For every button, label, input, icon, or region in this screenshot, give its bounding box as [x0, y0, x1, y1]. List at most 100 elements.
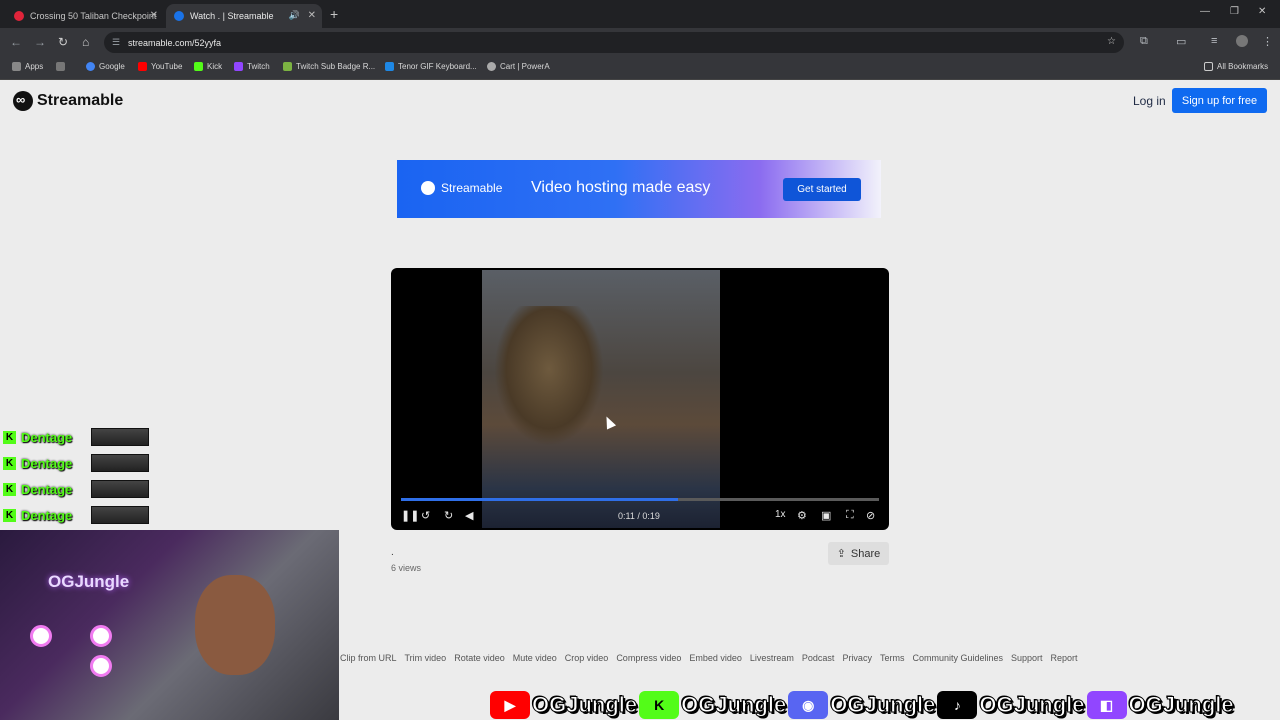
- footer-link[interactable]: Trim video: [405, 653, 447, 663]
- chat-message: K Dentage: [3, 506, 150, 526]
- bookmark-label: Google: [99, 62, 125, 71]
- restore-icon[interactable]: ❐: [1230, 6, 1239, 17]
- new-tab-button[interactable]: +: [330, 6, 338, 22]
- footer-link[interactable]: Community Guidelines: [912, 653, 1003, 663]
- streamable-watermark-icon[interactable]: ⊘: [866, 509, 875, 522]
- video-frame[interactable]: [482, 270, 720, 528]
- footer-link[interactable]: Embed video: [689, 653, 742, 663]
- twitch-icon: ◧: [1086, 691, 1127, 719]
- footer-link[interactable]: Crop video: [565, 653, 609, 663]
- fullscreen-icon[interactable]: ⛶: [846, 509, 854, 522]
- forward-icon[interactable]: →: [34, 35, 46, 49]
- bookmark-grid[interactable]: [56, 62, 69, 71]
- tab-streamable[interactable]: Watch . | Streamable 🔊 ✕: [166, 4, 322, 28]
- footer-link[interactable]: Compress video: [616, 653, 681, 663]
- chat-emote-image: [91, 428, 149, 446]
- profile-avatar[interactable]: [1236, 35, 1248, 47]
- bookmark-kick[interactable]: Kick: [194, 62, 222, 71]
- site-info-icon[interactable]: ☰: [112, 37, 120, 48]
- home-icon[interactable]: ⌂: [82, 35, 89, 49]
- share-label: Share: [850, 547, 881, 560]
- bookmark-powera[interactable]: Cart | PowerA: [487, 62, 550, 71]
- time-display: 0:11 / 0:19: [618, 511, 660, 521]
- footer-link[interactable]: Report: [1051, 653, 1078, 663]
- webcam-overlay: OGJungle: [0, 530, 339, 720]
- footer-link[interactable]: Livestream: [750, 653, 794, 663]
- chat-username: Dentage: [21, 456, 73, 471]
- footer-link[interactable]: Rotate video: [454, 653, 505, 663]
- fan-light: [30, 625, 52, 647]
- login-link[interactable]: Log in: [1133, 94, 1166, 108]
- all-bookmarks[interactable]: All Bookmarks: [1204, 62, 1268, 71]
- discord-icon: ◉: [788, 691, 829, 719]
- footer-link[interactable]: Mute video: [513, 653, 557, 663]
- back-icon[interactable]: ←: [10, 35, 22, 49]
- rewind-icon[interactable]: ↺: [421, 509, 430, 522]
- reload-icon[interactable]: ↻: [58, 35, 68, 49]
- bookmark-youtube[interactable]: YouTube: [138, 62, 182, 71]
- browser-toolbar: ← → ↻ ⌂ ☰ streamable.com/52yyfa ☆ ⧉ ▭ ≡ …: [0, 28, 1280, 56]
- footer-link[interactable]: Clip from URL: [340, 653, 397, 663]
- streamable-logo[interactable]: Streamable: [13, 91, 123, 111]
- bookmark-twitch[interactable]: Twitch: [234, 62, 270, 71]
- social-handle-name: OGJungle: [830, 692, 936, 718]
- progress-fill: [401, 498, 679, 501]
- frog-icon: [283, 62, 292, 71]
- social-bar: ▶ OGJungle K OGJungle ◉ OGJungle ♪ OGJungle ◧ OGJ…: [490, 690, 1280, 720]
- kick-badge-icon: K: [3, 483, 16, 496]
- close-icon[interactable]: ✕: [308, 10, 316, 21]
- video-player[interactable]: ❚❚ ↺ ↻ ◀ 0:11 / 0:19 1x ⚙ ▣ ⛶ ⊘: [391, 268, 889, 530]
- footer-link[interactable]: Podcast: [802, 653, 835, 663]
- get-started-button[interactable]: Get started: [783, 178, 861, 201]
- video-content-image: [494, 306, 604, 446]
- social-handle: ♪ OGJungle: [937, 691, 1086, 719]
- tab-youtube[interactable]: Crossing 50 Taliban Checkpoint ✕: [6, 4, 164, 28]
- social-handle: ◧ OGJungle: [1086, 691, 1236, 719]
- share-icon: ⇪: [836, 548, 846, 560]
- tab-title: Watch . | Streamable: [190, 11, 274, 21]
- picture-in-picture-icon[interactable]: ▣: [821, 509, 831, 522]
- speed-button[interactable]: 1x: [775, 509, 786, 520]
- chat-message: K Dentage: [3, 428, 150, 448]
- bookmark-label: All Bookmarks: [1217, 62, 1269, 71]
- twitch-icon: [234, 62, 243, 71]
- menu-icon[interactable]: ⋮: [1262, 35, 1273, 48]
- chat-username: Dentage: [21, 430, 73, 445]
- chat-emote-image: [91, 480, 149, 498]
- bookmarks-bar: Apps Google YouTube Kick Twitch Twitch S…: [0, 56, 1280, 80]
- globe-icon: [487, 62, 496, 71]
- footer-link[interactable]: Terms: [880, 653, 905, 663]
- streamable-logo-icon: [421, 181, 435, 195]
- bookmark-google[interactable]: Google: [86, 62, 125, 71]
- extensions-icon[interactable]: ⧉: [1140, 35, 1148, 48]
- cast-icon[interactable]: ▭: [1176, 35, 1186, 48]
- chat-username: Dentage: [21, 508, 73, 523]
- speaker-icon[interactable]: 🔊: [289, 10, 300, 21]
- footer-link[interactable]: Privacy: [842, 653, 872, 663]
- pause-icon[interactable]: ❚❚: [401, 509, 419, 522]
- forward-skip-icon[interactable]: ↻: [444, 509, 453, 522]
- bookmark-label: Twitch: [247, 62, 270, 71]
- signup-button[interactable]: Sign up for free: [1172, 88, 1267, 113]
- window-close-icon[interactable]: ✕: [1258, 6, 1266, 17]
- volume-icon[interactable]: ◀: [465, 509, 473, 522]
- bookmark-star-icon[interactable]: ☆: [1107, 36, 1116, 47]
- address-bar[interactable]: ☰ streamable.com/52yyfa ☆: [104, 32, 1124, 53]
- bookmark-tenor[interactable]: Tenor GIF Keyboard...: [385, 62, 477, 71]
- minimize-icon[interactable]: —: [1200, 6, 1210, 17]
- share-button[interactable]: ⇪ Share: [828, 542, 889, 565]
- bookmark-twitch-sub-badge[interactable]: Twitch Sub Badge R...: [283, 62, 375, 71]
- social-handle: K OGJungle: [639, 691, 788, 719]
- social-handle-name: OGJungle: [979, 692, 1085, 718]
- footer-link[interactable]: Support: [1011, 653, 1043, 663]
- social-handle-name: OGJungle: [681, 692, 787, 718]
- progress-bar[interactable]: [401, 498, 879, 501]
- folder-icon: [1204, 62, 1213, 71]
- bookmark-label: YouTube: [151, 62, 183, 71]
- media-icon[interactable]: ≡: [1211, 35, 1217, 47]
- kick-badge-icon: K: [3, 431, 16, 444]
- promo-banner[interactable]: Streamable Video hosting made easy Get s…: [397, 160, 881, 218]
- bookmark-apps[interactable]: Apps: [12, 62, 43, 71]
- close-icon[interactable]: ✕: [150, 10, 158, 21]
- settings-gear-icon[interactable]: ⚙: [797, 509, 807, 522]
